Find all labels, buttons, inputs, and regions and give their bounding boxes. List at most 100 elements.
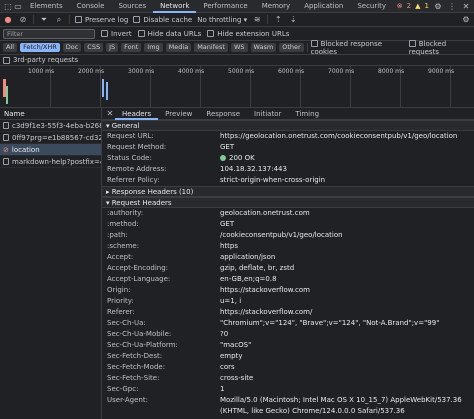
header-key: Remote Address: — [107, 165, 167, 173]
header-value[interactable]: en-GB,en;q=0.8 — [220, 274, 474, 285]
close-icon[interactable]: ✕ — [461, 1, 471, 11]
header-value[interactable]: empty — [220, 351, 474, 362]
header-value[interactable]: strict-origin-when-cross-origin — [220, 175, 474, 186]
header-value[interactable]: cors — [220, 362, 474, 373]
header-value[interactable]: https://stackoverflow.com — [220, 285, 474, 296]
inspect-icon[interactable]: ⬚ — [3, 1, 13, 11]
warning-count[interactable]: 1 — [425, 2, 429, 10]
record-icon[interactable]: ● — [3, 15, 13, 25]
name-column-header[interactable]: Name — [0, 108, 101, 120]
header-value[interactable]: 104.18.32.137:443 — [220, 164, 474, 175]
tab-application[interactable]: Application — [297, 0, 350, 13]
divider — [69, 15, 70, 24]
detail-tab-response[interactable]: Response — [199, 108, 247, 120]
blocked-cookies-checkbox[interactable]: Blocked response cookies — [310, 39, 400, 56]
header-value[interactable]: 1 — [220, 384, 474, 395]
blocked-requests-checkbox[interactable]: Blocked requests — [408, 40, 471, 56]
header-value[interactable]: gzip, deflate, br, zstd — [220, 263, 474, 274]
close-icon[interactable]: ✕ — [105, 109, 115, 119]
header-value[interactable]: Mozilla/5.0 (Macintosh; Intel Mac OS X 1… — [220, 395, 474, 417]
header-value[interactable]: cross-site — [220, 373, 474, 384]
header-key: :path: — [107, 231, 128, 239]
device-toolbar-icon[interactable]: ▭ — [13, 1, 23, 11]
header-key: :authority: — [107, 209, 144, 217]
general-section-header[interactable]: ▾ General — [102, 120, 474, 131]
type-filter-css[interactable]: CSS — [84, 43, 104, 52]
detail-tab-headers[interactable]: Headers — [115, 108, 159, 120]
request-row[interactable]: c3d9f1e3-55f3-4eba-b268-... — [0, 120, 101, 132]
type-filter-manifest[interactable]: Manifest — [194, 43, 228, 52]
tab-performance[interactable]: Performance — [196, 0, 254, 13]
header-value[interactable]: ?0 — [220, 329, 474, 340]
header-key: Accept: — [107, 253, 134, 261]
type-filter-other[interactable]: Other — [279, 43, 304, 52]
type-filter-ws[interactable]: WS — [230, 43, 248, 52]
header-value[interactable]: "macOS" — [220, 340, 474, 351]
detail-tab-preview[interactable]: Preview — [158, 108, 199, 120]
tab-memory[interactable]: Memory — [255, 0, 297, 13]
type-filter-js[interactable]: JS — [106, 43, 119, 52]
tab-console[interactable]: Console — [70, 0, 112, 13]
blocked-cookies-label: Blocked response cookies — [310, 39, 383, 56]
hide-extension-urls-checkbox[interactable]: Hide extension URLs — [207, 30, 289, 38]
detail-tab-initiator[interactable]: Initiator — [247, 108, 288, 120]
timeline-tick-label: 2000 ms — [78, 68, 105, 75]
header-value[interactable]: GET — [220, 142, 474, 153]
tab-network[interactable]: Network — [153, 0, 197, 13]
invert-checkbox[interactable]: Invert — [101, 30, 132, 38]
header-row: Request URL: https://geolocation.onetrust… — [102, 131, 474, 142]
filter-icon[interactable]: ⏷ — [39, 15, 49, 25]
import-icon[interactable]: ⇡ — [273, 15, 283, 25]
type-filter-font[interactable]: Font — [121, 43, 142, 52]
network-overview-timeline[interactable]: 1000 ms 2000 ms 3000 ms 4000 ms 5000 ms 6000 … — [0, 66, 474, 108]
header-value[interactable]: "Chromium";v="124", "Brave";v="124", "No… — [220, 318, 474, 329]
detail-tab-timing[interactable]: Timing — [288, 108, 326, 120]
header-value[interactable]: 200 OK — [220, 153, 474, 164]
tab-security[interactable]: Security — [350, 0, 393, 13]
gear-icon[interactable]: ⚙ — [461, 15, 471, 25]
network-conditions-icon[interactable]: ≋ — [252, 15, 262, 25]
tab-sources[interactable]: Sources — [111, 0, 153, 13]
third-party-checkbox[interactable]: 3rd-party requests — [3, 56, 78, 64]
export-icon[interactable]: ⇣ — [288, 15, 298, 25]
header-value[interactable]: https://stackoverflow.com/ — [220, 307, 474, 318]
header-value[interactable]: https://geolocation.onetrust.com/cookiec… — [220, 131, 474, 142]
disable-cache-checkbox[interactable]: Disable cache — [133, 16, 192, 24]
response-headers-section-header[interactable]: ▸ Response Headers (10) — [102, 186, 474, 197]
type-filter-wasm[interactable]: Wasm — [250, 43, 277, 52]
throttling-select[interactable]: No throttling ▾ — [197, 16, 247, 24]
tab-elements[interactable]: Elements — [23, 0, 70, 13]
type-filter-all[interactable]: All — [3, 43, 18, 52]
header-value[interactable]: GET — [220, 219, 474, 230]
header-value[interactable]: https — [220, 241, 474, 252]
more-options-icon[interactable]: ⋮ — [447, 1, 457, 11]
header-value[interactable]: application/json — [220, 252, 474, 263]
request-headers-title: Request Headers — [111, 199, 172, 207]
request-name: c3d9f1e3-55f3-4eba-b268-... — [12, 121, 101, 130]
header-key: Priority: — [107, 297, 134, 305]
type-filter-img[interactable]: Img — [144, 43, 163, 52]
header-value[interactable]: /cookieconsentpub/v1/geo/location — [220, 230, 474, 241]
warning-icon[interactable]: ▲ — [415, 2, 420, 10]
request-headers-section-header[interactable]: ▾ Request Headers — [102, 197, 474, 208]
filter-input[interactable]: Filter — [3, 28, 95, 39]
header-value[interactable]: geolocation.onetrust.com — [220, 208, 474, 219]
error-icon[interactable]: ⊗ — [397, 2, 403, 10]
preserve-log-checkbox[interactable]: Preserve log — [75, 16, 128, 24]
file-icon — [3, 158, 9, 165]
type-filter-media[interactable]: Media — [165, 43, 192, 52]
header-value[interactable]: u=1, i — [220, 296, 474, 307]
request-row[interactable]: 0ff97prg=e1b88567-cd32-4... — [0, 132, 101, 144]
gear-icon[interactable]: ⚙ — [433, 1, 443, 11]
error-count[interactable]: 2 — [407, 2, 411, 10]
type-filter-doc[interactable]: Doc — [62, 43, 82, 52]
request-row[interactable]: markdown-help?postfix=&us... — [0, 156, 101, 168]
preserve-log-label: Preserve log — [85, 15, 129, 24]
header-value-text: cors — [220, 363, 235, 371]
type-filter-fetchxhr[interactable]: Fetch/XHR — [20, 43, 60, 52]
hide-data-urls-checkbox[interactable]: Hide data URLs — [137, 30, 201, 38]
clear-icon[interactable]: ⊘ — [18, 15, 28, 25]
network-toolbar: ● ⊘ ⏷ ⌕ Preserve log Disable cache No th… — [0, 13, 474, 27]
search-icon[interactable]: ⌕ — [54, 15, 64, 25]
request-row[interactable]: ⊘ location — [0, 144, 101, 156]
